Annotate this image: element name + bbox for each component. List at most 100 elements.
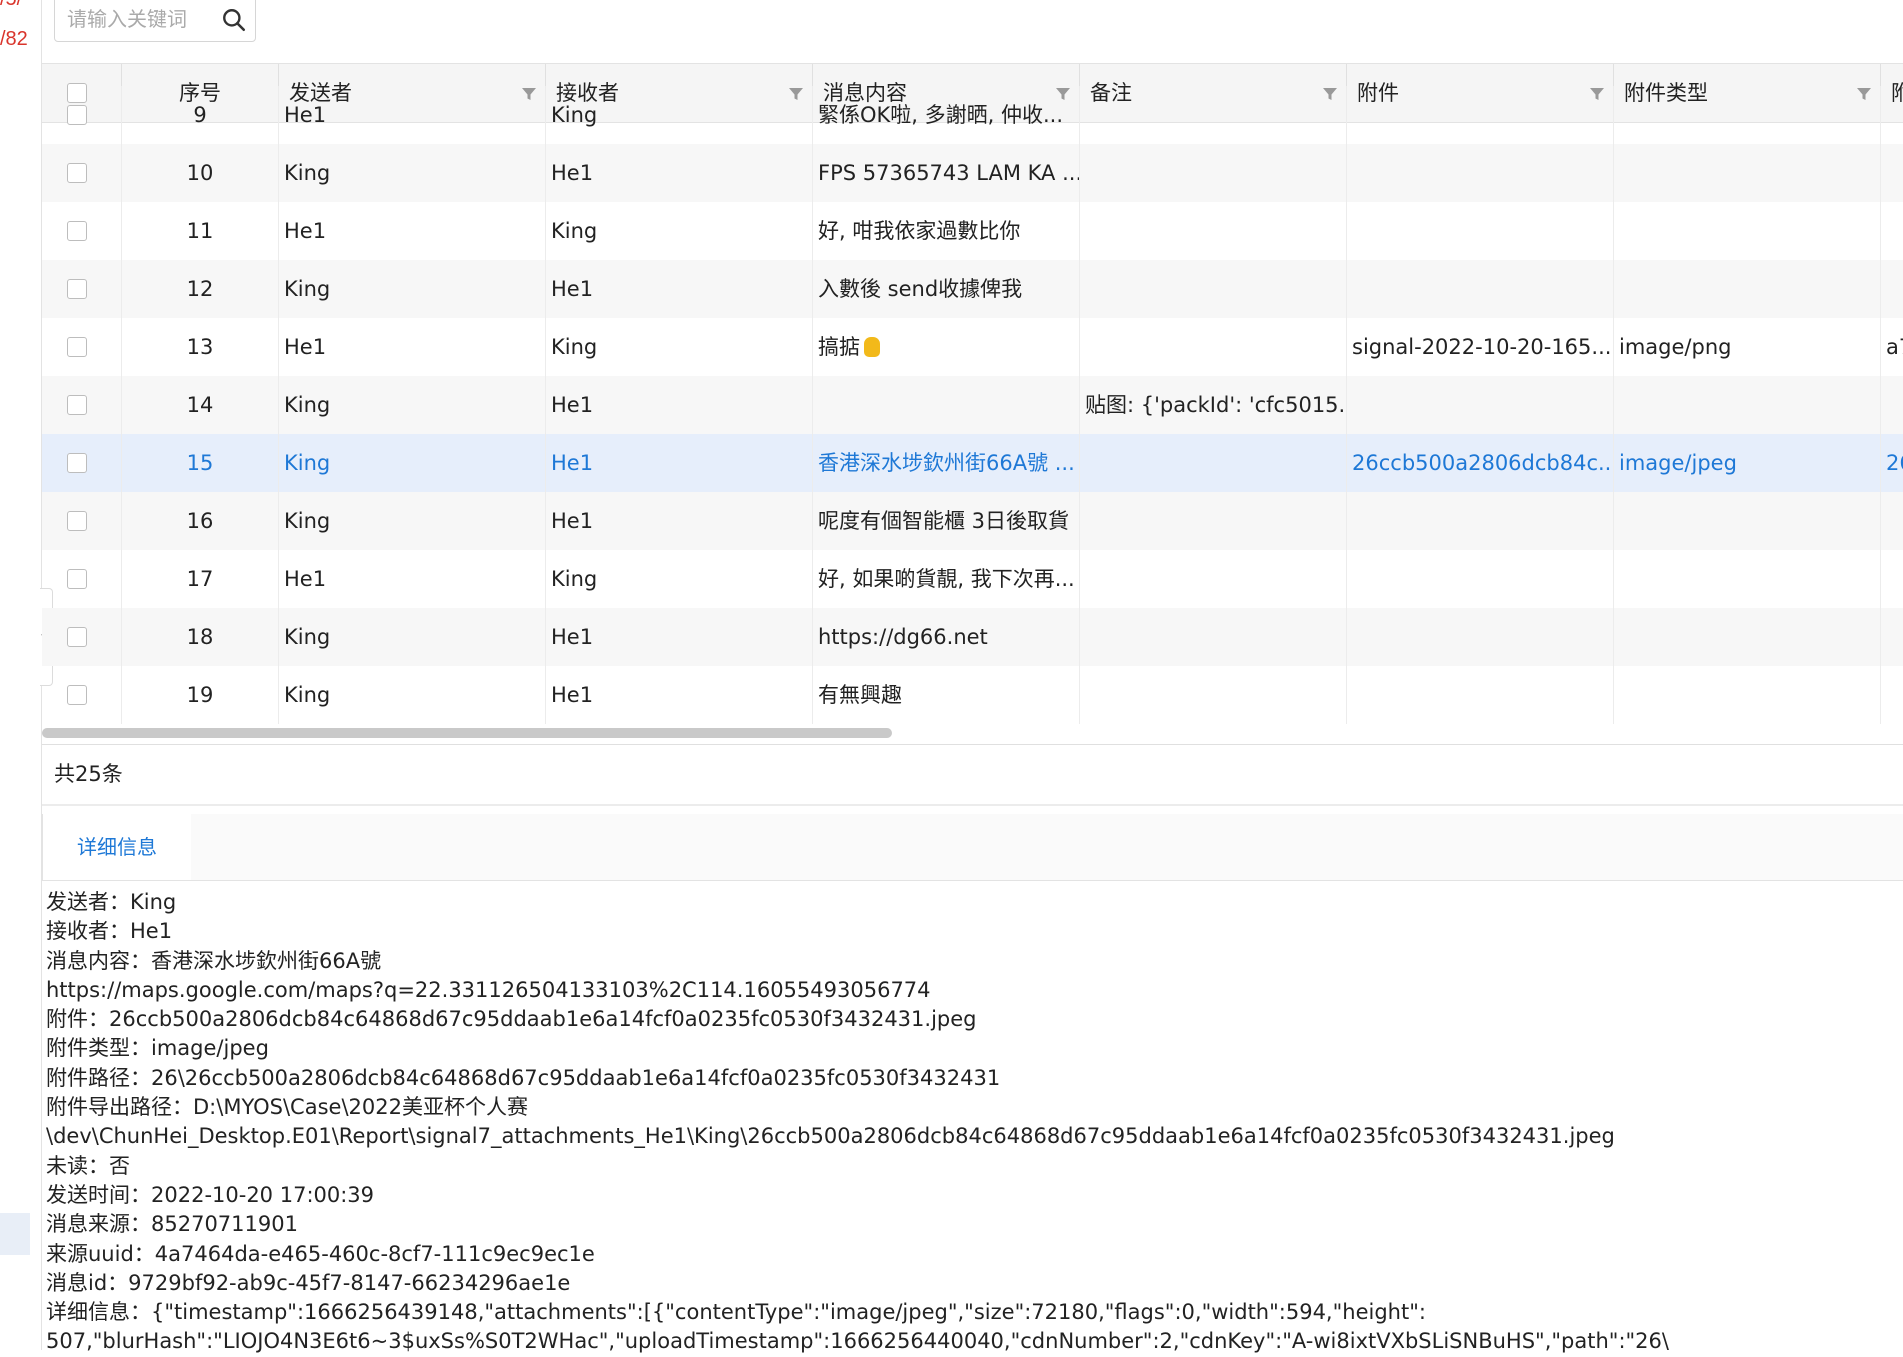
cell-attachment (1347, 86, 1614, 144)
table-row[interactable]: 18 King He1 https://dg66.net (42, 608, 1903, 666)
row-checkbox[interactable] (67, 221, 87, 241)
cell-more: a7 (1881, 318, 1903, 376)
cell-text: King (284, 509, 331, 533)
detail-line: 附件：26ccb500a2806dcb84c64868d67c95ddaab1e… (46, 1007, 977, 1032)
cell-text: 好, 咁我依家過數比你 (818, 219, 1021, 243)
cell-text: 14 (186, 393, 214, 417)
cell-text: 贴图: {'packId': 'cfc5015... (1085, 393, 1347, 417)
cell-attachment-type (1614, 202, 1881, 260)
divider (42, 804, 1903, 806)
cell-text: 有無興趣 (818, 683, 902, 707)
table-row[interactable]: 11 He1 King 好, 咁我依家過數比你 (42, 202, 1903, 260)
cell-attachment (1347, 260, 1614, 318)
cell-more (1881, 666, 1903, 724)
cell-sender: King (279, 434, 546, 492)
search-icon[interactable] (221, 7, 247, 33)
search-input[interactable] (65, 3, 219, 35)
table-row[interactable]: 14 King He1 贴图: {'packId': 'cfc5015... (42, 376, 1903, 434)
cell-attachment-type (1614, 492, 1881, 550)
cell-content: 好, 如果啲貨靚, 我下次再... (813, 550, 1080, 608)
cell-content (813, 376, 1080, 434)
row-checkbox[interactable] (67, 279, 87, 299)
cell-text: He1 (551, 509, 594, 533)
divider (42, 744, 1903, 745)
cell-text: 16 (186, 509, 214, 533)
cell-sender: King (279, 144, 546, 202)
message-table: 序号 发送者 接收者 消息内容 备注 附件 附件类型 附 9 He1 King 緊係O… (42, 63, 1903, 746)
cell-attachment (1347, 666, 1614, 724)
cell-note: 贴图: {'packId': 'cfc5015... (1080, 376, 1347, 434)
row-checkbox[interactable] (67, 395, 87, 415)
cell-index: 14 (122, 376, 279, 434)
cell-receiver: He1 (546, 260, 813, 318)
cell-attachment: 26ccb500a2806dcb84c... (1347, 434, 1614, 492)
cell-attachment (1347, 202, 1614, 260)
row-checkbox[interactable] (67, 105, 87, 125)
cell-content: 緊係OK啦, 多謝晒, 仲收... (813, 86, 1080, 144)
row-checkbox[interactable] (67, 511, 87, 531)
row-checkbox[interactable] (67, 163, 87, 183)
cell-more (1881, 144, 1903, 202)
row-checkbox[interactable] (67, 337, 87, 357)
row-checkbox[interactable] (67, 569, 87, 589)
row-checkbox[interactable] (67, 453, 87, 473)
detail-tabs: 详细信息 (42, 814, 1903, 881)
cell-index: 16 (122, 492, 279, 550)
cell-sender: He1 (279, 202, 546, 260)
cell-text: FPS 57365743 LAM KA ... (818, 161, 1080, 185)
tab-bar-background (191, 814, 1903, 880)
cell-sender: King (279, 608, 546, 666)
cell-attachment-type (1614, 608, 1881, 666)
cell-text: 搞掂 (818, 335, 860, 359)
detail-line: \dev\ChunHei_Desktop.E01\Report\signal7_… (46, 1124, 1615, 1149)
table-row[interactable]: 13 He1 King 搞掂 signal-2022-10-20-165... image… (42, 318, 1903, 376)
table-row[interactable]: 9 He1 King 緊係OK啦, 多謝晒, 仲收... (42, 86, 1903, 144)
cell-text: King (551, 219, 598, 243)
cell-text: 10 (186, 161, 214, 185)
cell-sender: King (279, 376, 546, 434)
cell-content: 入數後 send收據俾我 (813, 260, 1080, 318)
cell-index: 15 (122, 434, 279, 492)
detail-line: 附件类型：image/jpeg (46, 1036, 269, 1061)
cell-text: signal-2022-10-20-165... (1352, 335, 1612, 359)
table-row[interactable]: 12 King He1 入數後 send收據俾我 (42, 260, 1903, 318)
row-checkbox[interactable] (67, 627, 87, 647)
cell-attachment (1347, 608, 1614, 666)
table-row[interactable]: 10 King He1 FPS 57365743 LAM KA ... (42, 144, 1903, 202)
cell-text: 11 (186, 219, 214, 243)
cell-text: 緊係OK啦, 多謝晒, 仲收... (818, 103, 1064, 127)
detail-line: https://maps.google.com/maps?q=22.331126… (46, 977, 931, 1002)
cell-text: 9 (193, 103, 207, 127)
cell-text: King (284, 683, 331, 707)
cell-more (1881, 260, 1903, 318)
table-row[interactable]: 19 King He1 有無興趣 (42, 666, 1903, 724)
cell-content: https://dg66.net (813, 608, 1080, 666)
detail-panel: 发送者：King 接收者：He1 消息内容：香港深水埗欽州街66A號 https://… (46, 888, 1896, 1357)
detail-line: 来源uuid：4a7464da-e465-460c-8cf7-111c9ec9e… (46, 1241, 595, 1266)
cell-text: 呢度有個智能櫃 3日後取貨 (818, 509, 1070, 533)
cell-content: 香港深水埗欽州街66A號 ... (813, 434, 1080, 492)
row-checkbox[interactable] (67, 685, 87, 705)
detail-line: 附件导出路径：D:\MYOS\Case\2022美亚杯个人赛 (46, 1095, 528, 1120)
cell-text: 15 (186, 451, 214, 475)
detail-line: 消息内容：香港深水埗欽州街66A號 (46, 948, 382, 973)
table-row[interactable]: 17 He1 King 好, 如果啲貨靚, 我下次再... (42, 550, 1903, 608)
cell-sender: King (279, 666, 546, 724)
cell-text: image/png (1619, 335, 1732, 359)
cell-text: He1 (284, 567, 327, 591)
search-box (54, 0, 256, 42)
horizontal-scrollbar[interactable] (42, 728, 892, 738)
cell-receiver: He1 (546, 608, 813, 666)
cell-sender: He1 (279, 318, 546, 376)
cell-text: He1 (284, 103, 327, 127)
table-row[interactable]: 16 King He1 呢度有個智能櫃 3日後取貨 (42, 492, 1903, 550)
cell-note (1080, 202, 1347, 260)
left-panel-strip: /5/ /82 ◂ (0, 0, 53, 1350)
cell-text: He1 (284, 335, 327, 359)
cell-text: 26ccb500a2806dcb84c... (1352, 451, 1614, 475)
detail-line: 详细信息：{"timestamp":1666256439148,"attachm… (46, 1300, 1426, 1325)
left-selected-item[interactable] (0, 1213, 30, 1255)
tab-details[interactable]: 详细信息 (42, 814, 192, 880)
cell-text: a7 (1886, 335, 1903, 359)
table-row[interactable]: 15 King He1 香港深水埗欽州街66A號 ... 26ccb500a2806dc… (42, 434, 1903, 492)
